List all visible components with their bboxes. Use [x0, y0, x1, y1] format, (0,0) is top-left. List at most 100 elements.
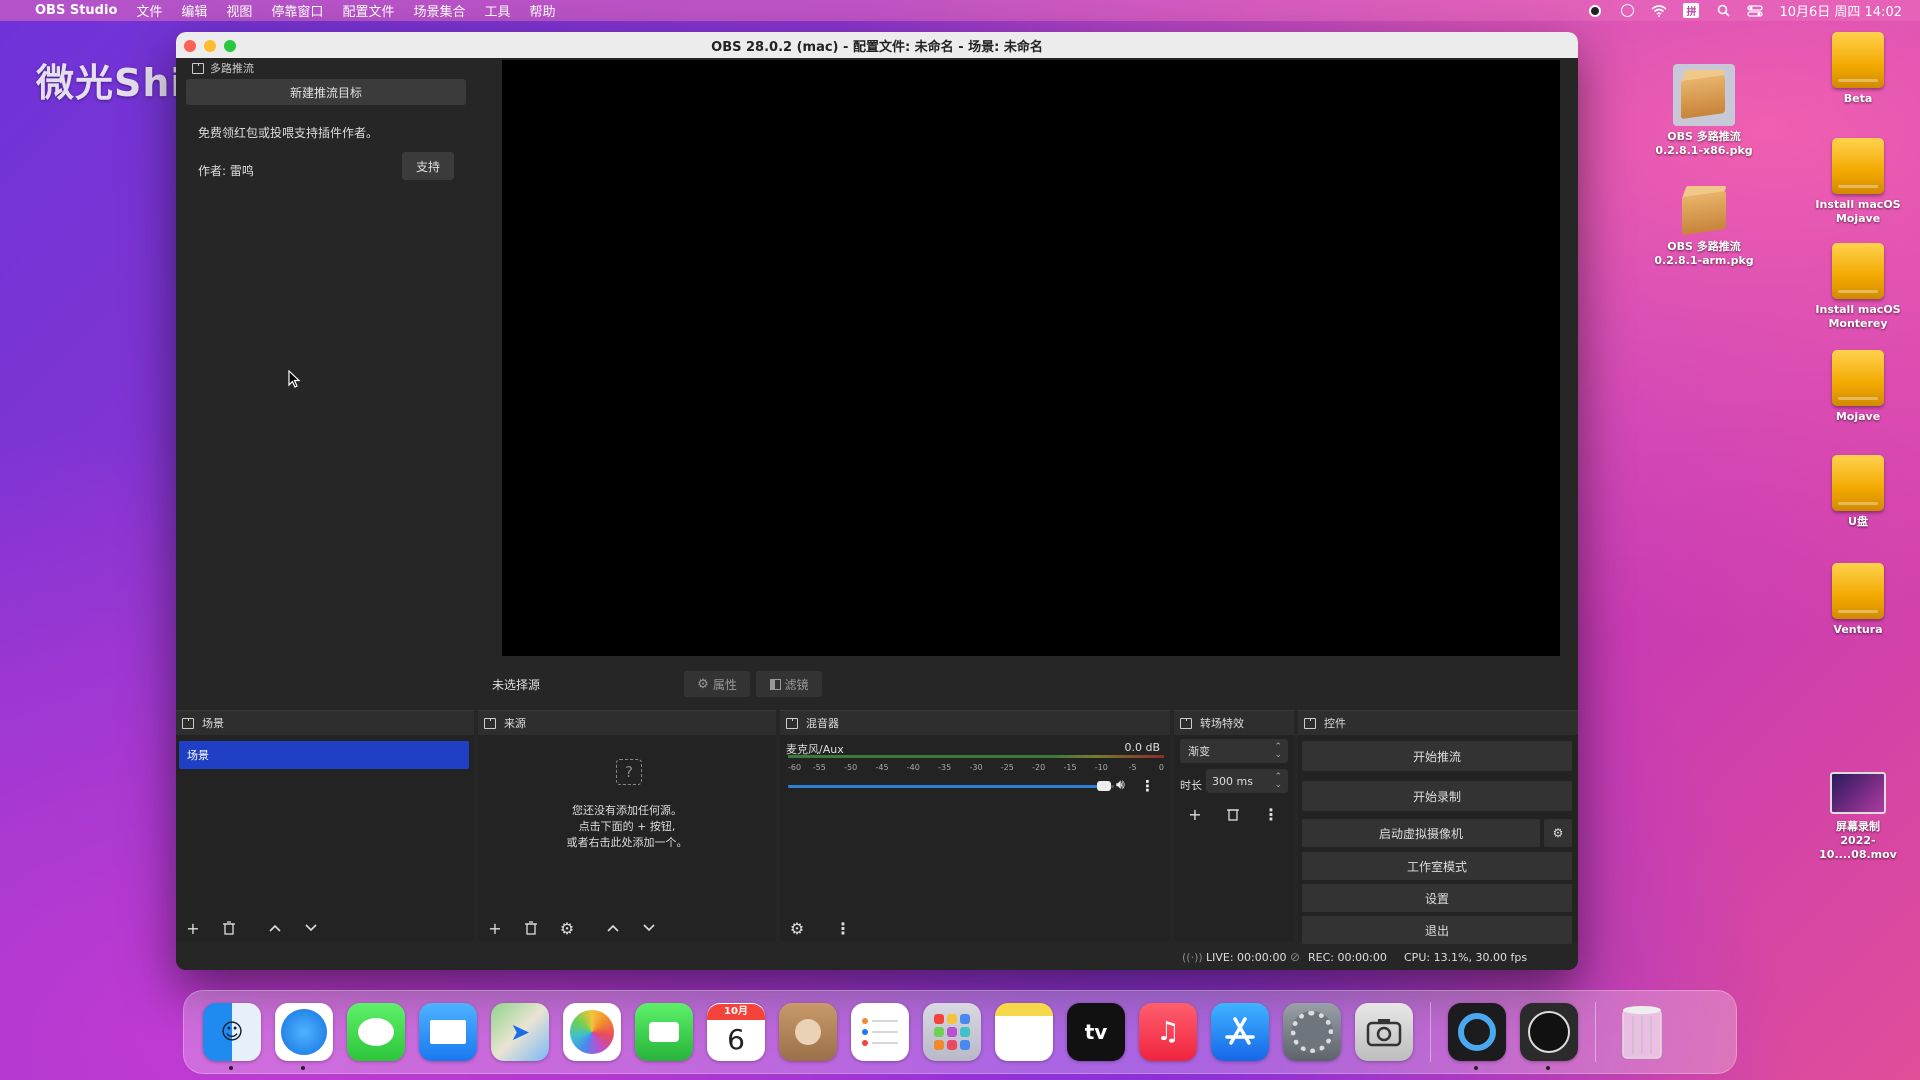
menu-view[interactable]: 视图	[226, 1, 252, 20]
clock[interactable]: 10月6日 周四 14:02	[1779, 1, 1902, 20]
obs-studio-icon[interactable]	[1520, 1003, 1578, 1070]
quicktime-icon[interactable]	[1448, 1003, 1506, 1070]
menu-edit[interactable]: 编辑	[181, 1, 207, 20]
photos-icon[interactable]	[563, 1003, 621, 1061]
updown-chevron-icon: ⌃ ⌄	[1274, 742, 1282, 760]
volume-slider-handle[interactable]	[1097, 781, 1112, 791]
filters-label: 滤镜	[784, 677, 809, 692]
spotlight-search-icon[interactable]	[1715, 4, 1731, 18]
drive-icon	[1832, 563, 1884, 619]
studio-mode-button[interactable]: 工作室模式	[1302, 852, 1572, 880]
duration-spinbox[interactable]: 300 ms ⌃ ⌄	[1206, 769, 1288, 793]
reminders-icon[interactable]	[851, 1003, 909, 1061]
music-icon[interactable]: ♫	[1139, 1003, 1197, 1061]
menu-app-name[interactable]: OBS Studio	[35, 3, 117, 18]
transition-select[interactable]: 渐变 ⌃ ⌄	[1180, 739, 1288, 763]
advanced-audio-gear-icon[interactable]: ⚙	[786, 917, 808, 939]
mouse-cursor-icon	[288, 370, 301, 388]
apple-tv-icon[interactable]: tv	[1067, 1003, 1125, 1061]
desktop-drive-beta[interactable]: Beta	[1803, 32, 1913, 106]
messages-icon[interactable]	[347, 1003, 405, 1061]
preview-canvas[interactable]	[502, 60, 1560, 656]
add-scene-icon[interactable]: +	[182, 917, 204, 939]
move-scene-up-icon[interactable]	[264, 917, 286, 939]
input-method-indicator[interactable]: 拼	[1683, 3, 1700, 18]
wifi-icon[interactable]	[1651, 4, 1667, 18]
settings-button[interactable]: 设置	[1302, 884, 1572, 912]
trash-icon[interactable]	[1613, 1003, 1671, 1061]
safari-icon[interactable]	[275, 1003, 333, 1070]
virtual-camera-settings-gear-icon[interactable]: ⚙	[1544, 819, 1572, 847]
mixer-more-icon[interactable]: ⋮	[832, 917, 854, 939]
source-properties-gear-icon[interactable]: ⚙	[556, 917, 578, 939]
properties-button[interactable]: ⚙ 属性	[684, 671, 751, 697]
desktop-drive-mojave[interactable]: Mojave	[1803, 350, 1913, 424]
desktop-pkg-arm[interactable]: OBS 多路推流 0.2.8.1-arm.pkg	[1649, 180, 1759, 268]
system-settings-icon[interactable]	[1283, 1003, 1341, 1061]
sources-title: 来源	[504, 717, 526, 730]
transition-menu-icon[interactable]: ⋮	[1260, 803, 1282, 825]
remove-source-icon[interactable]	[520, 917, 542, 939]
add-source-icon[interactable]: +	[484, 917, 506, 939]
meter-tick-label: -40	[906, 763, 920, 772]
move-scene-down-icon[interactable]	[300, 917, 322, 939]
mixer-menu-icon[interactable]: ⋮	[1140, 777, 1155, 795]
move-source-down-icon[interactable]	[638, 917, 660, 939]
meter-tick-label: -15	[1063, 763, 1077, 772]
notes-icon[interactable]	[995, 1003, 1053, 1061]
remove-scene-icon[interactable]	[218, 917, 240, 939]
scene-list-item[interactable]: 场景	[179, 741, 469, 769]
menu-scene-collection[interactable]: 场景集合	[413, 1, 465, 20]
control-center-icon[interactable]	[1747, 4, 1764, 18]
dock-float-icon[interactable]	[1304, 717, 1316, 729]
mail-icon[interactable]	[419, 1003, 477, 1061]
remove-transition-icon[interactable]	[1222, 803, 1244, 825]
launchpad-icon[interactable]	[923, 1003, 981, 1061]
desktop-screen-recording[interactable]: 屏幕录制 2022-10....08.mov	[1803, 772, 1913, 862]
finder-icon[interactable]: ☺	[203, 1003, 261, 1070]
desktop-drive-install-monterey[interactable]: Install macOS Monterey	[1803, 243, 1913, 331]
filters-button[interactable]: 滤镜	[756, 671, 823, 697]
app-store-icon[interactable]	[1211, 1003, 1269, 1061]
dock-float-icon[interactable]	[1180, 717, 1192, 729]
dock-float-icon[interactable]	[484, 717, 496, 729]
support-button[interactable]: 支持	[402, 152, 454, 180]
volume-slider[interactable]	[788, 781, 1114, 791]
maximize-window-icon[interactable]	[224, 40, 236, 52]
facetime-icon[interactable]	[635, 1003, 693, 1061]
aperture-icon[interactable]	[1619, 4, 1635, 18]
desktop-drive-install-mojave[interactable]: Install macOS Mojave	[1803, 138, 1913, 226]
empty-sources-message[interactable]: 您还没有添加任何源。 点击下面的 + 按钮, 或者右击此处添加一个。	[478, 803, 776, 851]
dock-float-icon[interactable]	[182, 717, 194, 729]
new-stream-target-button[interactable]: 新建推流目标	[186, 79, 466, 105]
exit-button[interactable]: 退出	[1302, 916, 1572, 944]
dock-float-icon[interactable]	[192, 62, 204, 74]
record-indicator-icon[interactable]	[1587, 4, 1603, 18]
start-recording-button[interactable]: 开始录制	[1302, 781, 1572, 811]
desktop-drive-ventura[interactable]: Ventura	[1803, 563, 1913, 637]
desktop-drive-udisk[interactable]: U盘	[1803, 455, 1913, 529]
gear-icon: ⚙	[697, 676, 709, 692]
menu-help[interactable]: 帮助	[529, 1, 555, 20]
window-titlebar[interactable]: OBS 28.0.2 (mac) - 配置文件: 未命名 - 场景: 未命名	[176, 32, 1578, 58]
move-source-up-icon[interactable]	[602, 917, 624, 939]
calendar-icon[interactable]: 10月 6	[707, 1003, 765, 1061]
desktop-label: OBS 多路推流	[1667, 240, 1741, 253]
maps-icon[interactable]: ➤	[491, 1003, 549, 1061]
drive-icon	[1832, 455, 1884, 511]
desktop-label: Mojave	[1835, 212, 1881, 225]
start-virtual-camera-button[interactable]: 启动虚拟摄像机	[1302, 819, 1540, 847]
add-transition-icon[interactable]: +	[1184, 803, 1206, 825]
menu-tools[interactable]: 工具	[484, 1, 510, 20]
close-window-icon[interactable]	[184, 40, 196, 52]
menu-docks[interactable]: 停靠窗口	[271, 1, 323, 20]
start-streaming-button[interactable]: 开始推流	[1302, 741, 1572, 771]
menu-profile[interactable]: 配置文件	[342, 1, 394, 20]
menu-file[interactable]: 文件	[136, 1, 162, 20]
screenshot-icon[interactable]	[1355, 1003, 1413, 1061]
minimize-window-icon[interactable]	[204, 40, 216, 52]
speaker-icon[interactable]: 🔊︎	[1116, 777, 1125, 793]
contacts-icon[interactable]	[779, 1003, 837, 1061]
dock-float-icon[interactable]	[786, 717, 798, 729]
desktop-pkg-x86[interactable]: OBS 多路推流 0.2.8.1-x86.pkg	[1649, 64, 1759, 158]
